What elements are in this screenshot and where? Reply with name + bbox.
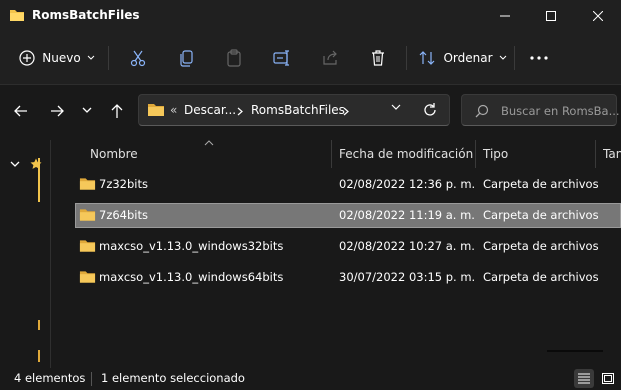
file-name: 7z32bits xyxy=(99,177,148,191)
address-bar[interactable]: « Descar... RomsBatchFiles xyxy=(138,94,450,126)
ellipsis-icon xyxy=(530,56,548,60)
command-bar: Nuevo Ordenar xyxy=(0,32,621,85)
search-box[interactable]: Buscar en RomsBa... xyxy=(461,94,620,126)
plus-circle-icon xyxy=(19,50,35,66)
search-placeholder: Buscar en RomsBa... xyxy=(501,104,620,118)
chevron-right-icon xyxy=(343,107,349,116)
file-modified: 02/08/2022 11:19 a. m. xyxy=(339,208,475,222)
file-type: Carpeta de archivos xyxy=(483,270,599,284)
cut-button[interactable] xyxy=(126,44,150,72)
rename-button[interactable] xyxy=(270,44,294,72)
chevron-down-icon[interactable] xyxy=(10,161,20,169)
sort-ascending-icon xyxy=(204,140,214,146)
close-button[interactable] xyxy=(575,0,621,32)
copy-button[interactable] xyxy=(174,44,198,72)
file-name: 7z64bits xyxy=(99,208,148,222)
sort-label: Ordenar xyxy=(443,51,493,65)
column-size[interactable]: Tan xyxy=(603,147,621,169)
details-view-button[interactable] xyxy=(574,369,594,388)
column-name[interactable]: Nombre xyxy=(90,147,138,169)
folder-icon xyxy=(79,271,96,283)
title-bar: RomsBatchFiles xyxy=(0,0,621,32)
address-dropdown-button[interactable] xyxy=(391,104,401,112)
trash-icon xyxy=(372,50,384,66)
folder-marker xyxy=(38,320,40,330)
column-modified[interactable]: Fecha de modificación xyxy=(339,147,473,169)
new-button[interactable]: Nuevo xyxy=(14,44,100,72)
horizontal-scrollbar[interactable] xyxy=(547,350,603,352)
tiles-icon xyxy=(602,373,614,384)
folder-icon xyxy=(9,8,25,22)
arrow-up-icon xyxy=(111,104,123,118)
forward-button[interactable] xyxy=(50,104,64,118)
file-name: maxcso_v1.13.0_windows64bits xyxy=(99,270,284,284)
search-icon xyxy=(475,104,489,118)
folder-icon xyxy=(79,209,96,221)
file-type: Carpeta de archivos xyxy=(483,208,599,222)
star-icon[interactable] xyxy=(30,158,42,170)
column-type[interactable]: Tipo xyxy=(483,147,508,169)
folder-marker xyxy=(38,350,40,362)
share-icon xyxy=(323,50,337,65)
maximize-button[interactable] xyxy=(528,0,574,32)
navigation-pane xyxy=(0,140,50,368)
file-type: Carpeta de archivos xyxy=(483,239,599,253)
delete-button[interactable] xyxy=(366,44,390,72)
file-row[interactable]: maxcso_v1.13.0_windows64bits 30/07/2022 … xyxy=(75,265,621,290)
minimize-button[interactable] xyxy=(482,0,528,32)
back-button[interactable] xyxy=(14,104,28,118)
breadcrumb-current[interactable]: RomsBatchFiles xyxy=(251,103,345,117)
quick-access-bar xyxy=(38,158,40,202)
refresh-icon xyxy=(424,103,436,116)
rename-icon xyxy=(273,50,289,66)
overflow-chevron[interactable]: « xyxy=(170,103,177,117)
arrow-left-icon xyxy=(14,105,27,117)
breadcrumb-downloads[interactable]: Descar... xyxy=(184,103,236,117)
chevron-down-icon xyxy=(87,55,95,60)
file-modified: 02/08/2022 12:36 p. m. xyxy=(339,177,476,191)
window-title: RomsBatchFiles xyxy=(32,8,140,22)
arrow-right-icon xyxy=(51,105,64,117)
file-modified: 30/07/2022 03:15 p. m. xyxy=(339,270,476,284)
file-modified: 02/08/2022 10:27 a. m. xyxy=(339,239,475,253)
folder-icon xyxy=(79,178,96,190)
file-row[interactable]: maxcso_v1.13.0_windows32bits 02/08/2022 … xyxy=(75,234,621,259)
chevron-down-icon xyxy=(391,104,401,110)
item-count: 4 elementos xyxy=(14,371,86,385)
folder-icon xyxy=(79,240,96,252)
folder-icon xyxy=(147,103,165,117)
new-label: Nuevo xyxy=(42,51,81,65)
file-row[interactable]: 7z32bits 02/08/2022 12:36 p. m. Carpeta … xyxy=(75,172,621,197)
sort-icon xyxy=(420,51,435,65)
refresh-button[interactable] xyxy=(422,102,438,118)
copy-icon xyxy=(180,50,193,67)
up-button[interactable] xyxy=(110,103,124,119)
chevron-down-icon xyxy=(82,107,92,113)
chevron-down-icon xyxy=(499,55,506,60)
recent-locations-button[interactable] xyxy=(82,107,92,115)
file-row-selected[interactable]: 7z64bits 02/08/2022 11:19 a. m. Carpeta … xyxy=(75,203,621,228)
selection-count: 1 elemento seleccionado xyxy=(101,371,245,385)
scissors-icon xyxy=(130,50,146,67)
file-name: maxcso_v1.13.0_windows32bits xyxy=(99,239,284,253)
status-bar: 4 elementos 1 elemento seleccionado xyxy=(0,368,621,390)
file-type: Carpeta de archivos xyxy=(483,177,599,191)
chevron-right-icon xyxy=(237,107,243,116)
clipboard-icon xyxy=(227,49,241,67)
sort-button[interactable]: Ordenar xyxy=(418,44,508,72)
list-view-icon xyxy=(578,373,590,384)
paste-button[interactable] xyxy=(222,44,246,72)
more-options-button[interactable] xyxy=(526,44,552,72)
tiles-view-button[interactable] xyxy=(598,369,618,388)
share-button[interactable] xyxy=(318,44,342,72)
